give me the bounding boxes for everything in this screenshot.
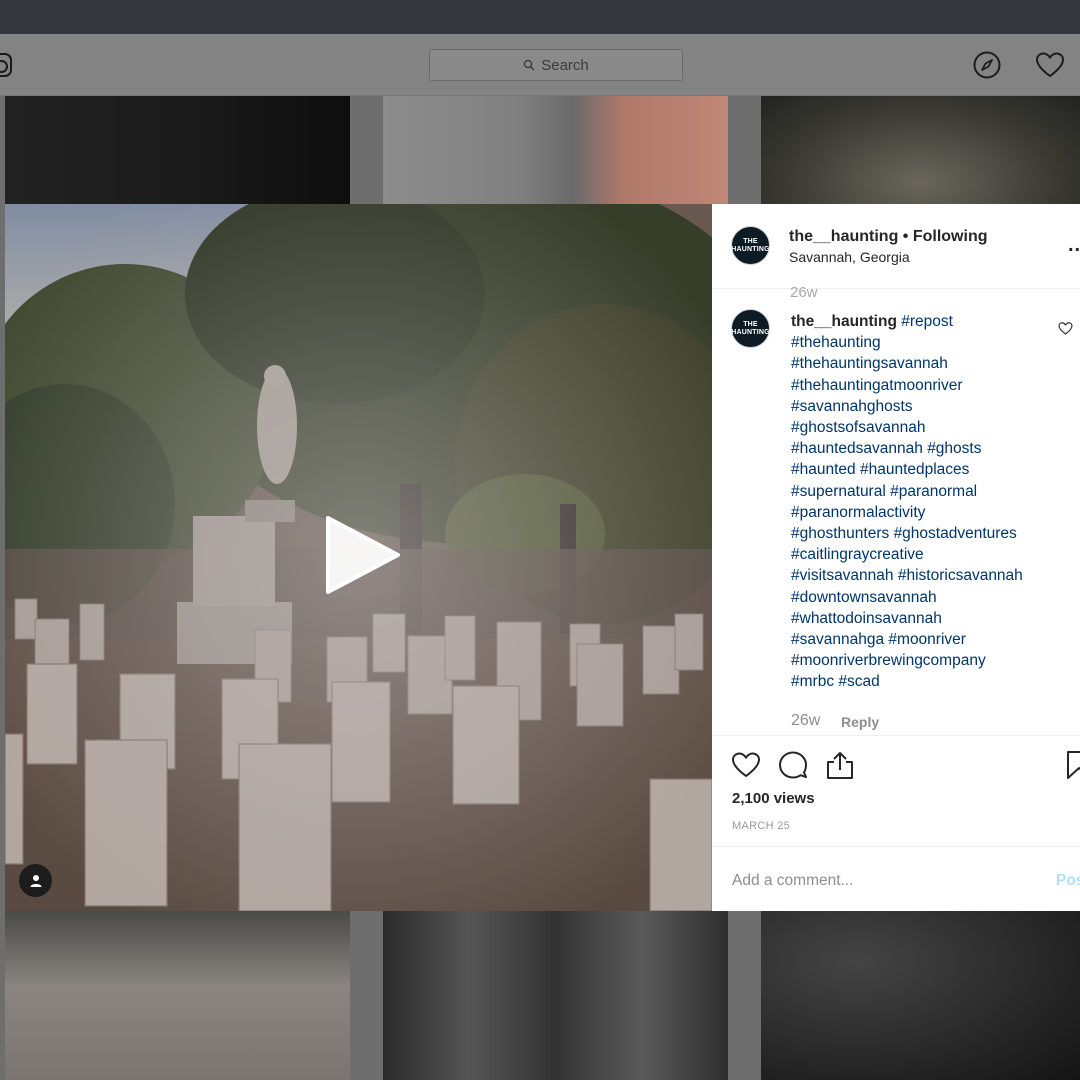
hashtag-link[interactable]: #moonriverbrewingcompany [791, 652, 986, 669]
post-details-panel: THE HAUNTING the__haunting • Following S… [712, 204, 1080, 911]
separator: • [898, 228, 913, 245]
comment-input[interactable]: Add a comment... [732, 872, 853, 890]
scrolled-timestamp: 26w [790, 284, 818, 301]
bookmark-icon[interactable] [1064, 750, 1080, 780]
search-icon [523, 59, 535, 71]
hashtag-link[interactable]: #ghosthunters [791, 525, 889, 542]
hashtag-link[interactable]: #mrbc [791, 673, 834, 690]
person-icon [30, 874, 41, 887]
grid-thumbnail[interactable] [383, 96, 728, 204]
hashtag-link[interactable]: #supernatural [791, 483, 886, 500]
hashtag-link[interactable]: #hauntedsavannah [791, 440, 923, 457]
hashtag-link[interactable]: #savannahghosts [791, 398, 913, 415]
tagged-users-button[interactable] [19, 864, 52, 897]
caption-timestamp: 26w [791, 712, 821, 729]
heart-icon[interactable] [731, 750, 761, 780]
post-caption: the__haunting #repost #thehaunting #thehau… [791, 311, 1061, 693]
caption-username[interactable]: the__haunting [791, 313, 897, 330]
grid-thumbnail[interactable] [761, 96, 1080, 204]
hashtag-link[interactable]: #scad [838, 673, 879, 690]
browser-toolbar [0, 0, 1080, 34]
hashtag-link[interactable]: #whattodoinsavannah [791, 610, 942, 627]
avatar-text: THE HAUNTING [731, 320, 770, 336]
hashtag-link[interactable]: #repost [901, 313, 953, 330]
hashtag-link[interactable]: #thehauntingsavannah [791, 355, 948, 372]
speech-bubble-icon[interactable] [778, 750, 808, 780]
hashtag-link[interactable]: #ghosts [927, 440, 981, 457]
following-button[interactable]: Following [913, 228, 988, 245]
avatar[interactable]: THE HAUNTING [731, 226, 770, 265]
heart-icon[interactable] [1035, 50, 1065, 80]
avatar-text: THE HAUNTING [731, 237, 770, 253]
hashtag-link[interactable]: #thehaunting [791, 334, 881, 351]
hashtag-link[interactable]: #moonriver [888, 631, 966, 648]
compass-icon[interactable] [972, 50, 1002, 80]
hashtag-link[interactable]: #ghostsofsavannah [791, 419, 925, 436]
grid-thumbnail[interactable] [761, 911, 1080, 1080]
post-date: MARCH 25 [732, 820, 791, 832]
divider [712, 846, 1080, 847]
hashtag-link[interactable]: #visitsavannah [791, 567, 894, 584]
post-comment-button[interactable]: Post [1056, 872, 1080, 890]
divider [712, 288, 1080, 289]
hashtag-link[interactable]: #hauntedplaces [860, 461, 969, 478]
post-username[interactable]: the__haunting [789, 228, 898, 245]
caption-avatar[interactable]: THE HAUNTING [731, 309, 770, 348]
hashtag-link[interactable]: #thehauntingatmoonriver [791, 377, 962, 394]
hashtag-link[interactable]: #savannahga [791, 631, 884, 648]
hashtag-link[interactable]: #paranormal [890, 483, 977, 500]
view-count[interactable]: 2,100 views [732, 790, 815, 807]
search-placeholder: Search [541, 56, 589, 74]
divider [712, 735, 1080, 736]
post-header-user: the__haunting • Following [789, 228, 988, 246]
hashtag-link[interactable]: #paranormalactivity [791, 504, 925, 521]
small-heart-icon[interactable] [1058, 321, 1073, 336]
hashtag-link[interactable]: #downtownsavannah [791, 589, 937, 606]
caption-hashtags: #repost #thehaunting #thehauntingsavannah #… [791, 313, 1023, 690]
more-options-button[interactable]: ... [1068, 234, 1080, 257]
share-icon[interactable] [825, 750, 855, 780]
hashtag-link[interactable]: #caitlingraycreative [791, 546, 924, 563]
grid-thumbnail[interactable] [5, 911, 350, 1080]
hashtag-link[interactable]: #historicsavannah [898, 567, 1023, 584]
hashtag-link[interactable]: #ghostadventures [894, 525, 1017, 542]
play-icon[interactable] [322, 514, 402, 596]
reply-button[interactable]: Reply [841, 714, 879, 730]
grid-thumbnail[interactable] [383, 911, 728, 1080]
hashtag-link[interactable]: #haunted [791, 461, 856, 478]
search-input[interactable]: Search [429, 49, 683, 81]
grid-thumbnail[interactable] [5, 96, 350, 204]
post-location[interactable]: Savannah, Georgia [789, 249, 910, 265]
instagram-logo-icon[interactable] [0, 53, 12, 77]
